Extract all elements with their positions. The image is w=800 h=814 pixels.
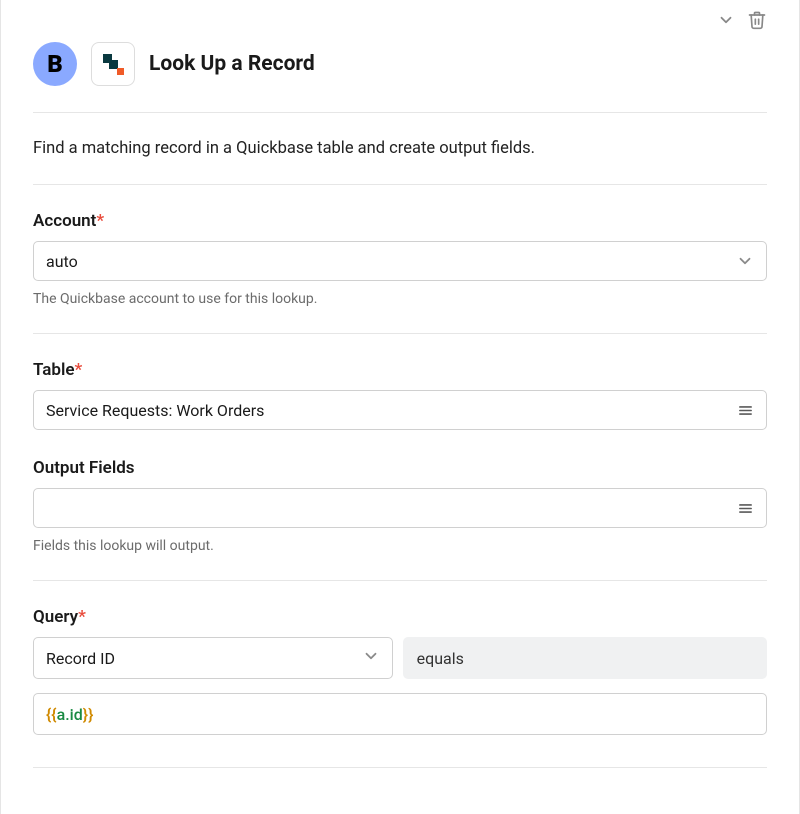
query-condition-row: Record ID equals (33, 637, 767, 693)
card-title: Look Up a Record (149, 52, 315, 76)
menu-icon (737, 402, 754, 419)
query-operator-value: equals (417, 649, 464, 668)
avatar-letter: B (47, 50, 63, 78)
output-fields-help-text: Fields this lookup will output. (33, 528, 767, 570)
required-indicator: * (96, 211, 104, 231)
query-operator[interactable]: equals (403, 637, 767, 679)
card-header: B Look Up a Record (33, 34, 767, 112)
account-select-value: auto (46, 252, 78, 271)
required-indicator: * (78, 607, 86, 627)
connector-icon-chip (91, 42, 135, 86)
card-top-actions (33, 10, 767, 34)
output-fields-group: Output Fields Fields this lookup will ou… (33, 440, 767, 580)
table-label: Table* (33, 334, 767, 390)
account-label: Account* (33, 185, 767, 241)
step-card: B Look Up a Record Find a matching recor… (0, 0, 800, 814)
chevron-down-icon (736, 252, 754, 270)
token-variable: a.id (57, 705, 83, 724)
query-field-select[interactable]: Record ID (33, 637, 393, 679)
account-field-group: Account* auto The Quickbase account to u… (33, 185, 767, 333)
table-select-value: Service Requests: Work Orders (46, 401, 264, 420)
trash-icon[interactable] (747, 10, 767, 30)
table-field-group: Table* Service Requests: Work Orders (33, 334, 767, 440)
query-field-group: Query* Record ID equals {{a.id}} (33, 581, 767, 745)
collapse-icon[interactable] (717, 11, 735, 29)
menu-icon (737, 500, 754, 517)
account-select[interactable]: auto (33, 241, 767, 281)
divider (33, 767, 767, 768)
token-open-brace: {{ (46, 705, 57, 724)
chevron-down-icon (362, 647, 380, 669)
output-fields-select[interactable] (33, 488, 767, 528)
table-select[interactable]: Service Requests: Work Orders (33, 390, 767, 430)
quickbase-icon (101, 52, 125, 76)
step-avatar: B (33, 42, 77, 86)
token-close-brace: }} (83, 705, 94, 724)
query-field-value: Record ID (46, 649, 115, 668)
output-fields-label: Output Fields (33, 440, 767, 488)
card-description: Find a matching record in a Quickbase ta… (33, 113, 767, 184)
required-indicator: * (75, 360, 83, 380)
query-label: Query* (33, 581, 767, 637)
query-value-input[interactable]: {{a.id}} (33, 693, 767, 735)
account-help-text: The Quickbase account to use for this lo… (33, 281, 767, 323)
